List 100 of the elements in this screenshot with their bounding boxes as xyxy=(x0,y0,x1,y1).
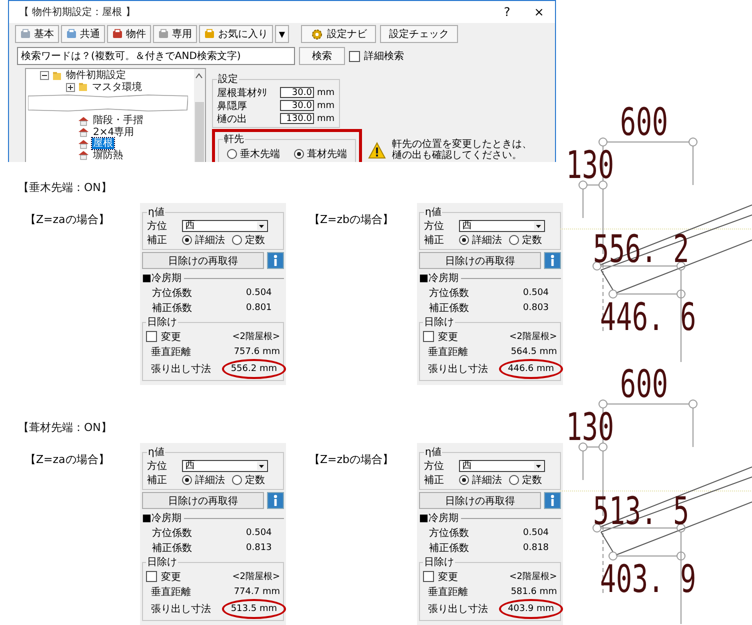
toolbar-tab[interactable]: 共通 xyxy=(61,25,105,43)
case-label: 【Z=zaの場合】 xyxy=(24,212,110,228)
scroll-up-icon[interactable] xyxy=(195,72,204,80)
tree-item[interactable]: 階段・手摺 xyxy=(92,115,144,126)
circled-value: 446.6 mm xyxy=(498,359,563,379)
number-field[interactable]: 30.0 xyxy=(280,100,314,111)
tree-item[interactable]: 物件初期設定 xyxy=(65,70,127,82)
info-icon[interactable] xyxy=(544,252,561,269)
search-field[interactable]: 検索ワードは？(複数可。＆付きでAND検索文字) xyxy=(17,47,295,65)
group-title: η値 xyxy=(147,206,166,219)
caret-icon xyxy=(534,222,543,230)
toolbar-tab[interactable]: お気に入り xyxy=(199,25,273,43)
favorites-menu-button[interactable]: ▼ xyxy=(275,25,289,43)
field-label: 張り出し寸法 xyxy=(151,362,212,376)
toolbar-tab[interactable]: 基本 xyxy=(15,25,59,43)
refetch-button[interactable]: 日除けの再取得 xyxy=(419,252,541,269)
radio-option[interactable]: 定数 xyxy=(232,233,265,247)
toolbar-tab[interactable]: 物件 xyxy=(107,25,151,43)
roof-label: <2階屋根> xyxy=(232,570,280,583)
azimuth-dropdown[interactable]: 西 xyxy=(182,220,268,232)
close-button[interactable]: × xyxy=(523,2,555,22)
azimuth-dropdown[interactable]: 西 xyxy=(182,460,268,472)
case-label: 【Z=zbの場合】 xyxy=(308,212,395,228)
refetch-button[interactable]: 日除けの再取得 xyxy=(142,252,264,269)
field-label: 張り出し寸法 xyxy=(428,362,489,376)
coefficient-label: 方位係数 xyxy=(429,526,470,540)
refetch-button[interactable]: 日除けの再取得 xyxy=(142,492,264,509)
distance-value: 757.6 mm xyxy=(234,346,280,356)
window-title: 【 物件初期設定：屋根 】 xyxy=(19,6,136,19)
dimension-label: 600 xyxy=(620,367,668,401)
azimuth-dropdown[interactable]: 西 xyxy=(459,460,545,472)
toolbar-icon xyxy=(20,29,31,39)
dimension-label: 403. 9 xyxy=(600,562,696,596)
field-label: 方位 xyxy=(424,460,445,473)
radio-option[interactable]: 定数 xyxy=(232,473,265,487)
change-checkbox[interactable]: 変更 xyxy=(146,330,181,344)
group-title: 日除け xyxy=(423,316,455,329)
change-checkbox[interactable]: 変更 xyxy=(146,570,181,584)
gear-icon xyxy=(310,28,324,40)
search-button[interactable]: 検索 xyxy=(299,47,345,65)
coefficient-value: 0.801 xyxy=(246,302,273,312)
coefficient-value: 0.818 xyxy=(523,542,550,552)
number-field[interactable]: 130.0 xyxy=(280,113,314,124)
azimuth-dropdown[interactable]: 西 xyxy=(459,220,545,232)
coefficient-label: 補正係数 xyxy=(152,302,193,314)
scrollbar[interactable] xyxy=(194,69,205,162)
field-label: 垂直距離 xyxy=(151,346,192,358)
circled-value: 513.5 mm xyxy=(222,599,286,619)
expand-icon[interactable] xyxy=(66,82,75,92)
number-field[interactable]: 30.0 xyxy=(280,87,314,98)
group-title: 日除け xyxy=(423,556,455,569)
house-icon xyxy=(78,127,89,138)
refetch-button[interactable]: 日除けの再取得 xyxy=(419,492,541,509)
folder-icon xyxy=(52,70,62,81)
dimension-label: 446. 6 xyxy=(600,300,696,334)
tree-item[interactable]: 2×4専用 xyxy=(92,126,136,138)
distance-value: 564.5 mm xyxy=(510,346,557,356)
field-label: 屋根葺材ﾀﾘ xyxy=(216,86,268,100)
change-checkbox[interactable]: 変更 xyxy=(423,570,458,584)
coefficient-value: 0.504 xyxy=(246,288,273,298)
radio-option[interactable]: 定数 xyxy=(509,473,542,487)
field-label: 張り出し寸法 xyxy=(428,602,489,616)
caret-icon xyxy=(534,462,543,470)
field-label: 補正 xyxy=(424,234,445,247)
help-button[interactable]: ? xyxy=(491,2,523,22)
radio-option[interactable]: 詳細法 xyxy=(459,233,502,247)
tree-item[interactable]: 屋根 xyxy=(92,138,114,150)
radio-option[interactable]: 葺材先端 xyxy=(294,147,347,161)
detail-search-checkbox[interactable]: 詳細検索 xyxy=(349,49,404,63)
toolbar-tab[interactable]: 専用 xyxy=(153,25,197,43)
house-icon xyxy=(78,150,89,160)
radio-option[interactable]: 詳細法 xyxy=(182,473,225,487)
tree-item[interactable]: 塀防熱 xyxy=(92,150,124,161)
field-label: 補正 xyxy=(147,234,168,247)
coefficient-value: 0.813 xyxy=(246,542,273,552)
info-icon[interactable] xyxy=(544,492,561,509)
radio-option[interactable]: 詳細法 xyxy=(459,473,502,487)
toolbar-icon xyxy=(158,29,169,39)
group-title: η値 xyxy=(424,446,442,459)
toolbar-button[interactable]: 設定チェック xyxy=(380,25,458,43)
radio-option[interactable]: 定数 xyxy=(509,233,542,247)
radio-option[interactable]: 詳細法 xyxy=(182,233,225,247)
tree-item[interactable]: マスタ環境 xyxy=(91,82,143,93)
collapse-icon[interactable] xyxy=(40,71,49,80)
roof-label: <2階屋根> xyxy=(509,330,557,343)
toolbar-icon xyxy=(112,29,123,39)
field-label: 樋の出 xyxy=(216,112,248,126)
warning-message: 軒先の位置を変更したときは、 樋の出も確認してください。 xyxy=(392,139,532,161)
info-icon[interactable] xyxy=(267,492,284,509)
distance-value: 774.7 mm xyxy=(234,586,280,596)
coefficient-label: 方位係数 xyxy=(152,286,193,300)
section-heading: 【垂木先端：ON】 xyxy=(17,180,112,195)
info-icon[interactable] xyxy=(267,252,284,269)
toolbar-button[interactable]: 設定ナビ xyxy=(301,25,376,43)
dimension-label: 130 xyxy=(566,410,614,444)
coefficient-value: 0.803 xyxy=(523,302,550,312)
field-label: 補正 xyxy=(147,474,168,487)
radio-option[interactable]: 垂木先端 xyxy=(226,147,280,161)
coefficient-label: 補正係数 xyxy=(429,542,470,554)
change-checkbox[interactable]: 変更 xyxy=(423,330,458,344)
